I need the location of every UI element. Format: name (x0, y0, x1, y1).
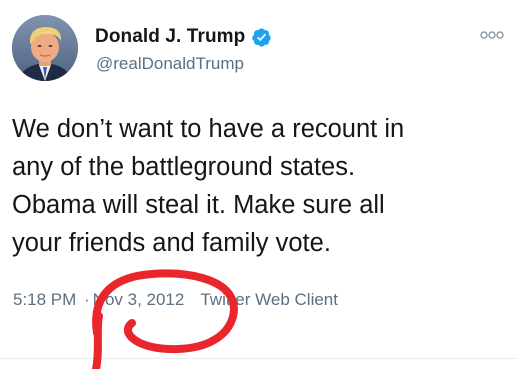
author-name-row[interactable]: Donald J. Trump (95, 24, 272, 50)
display-name[interactable]: Donald J. Trump (95, 26, 245, 48)
more-options-icon[interactable] (479, 28, 505, 40)
tweet-metadata: 5:18 PM · Nov 3, 2012 Twitter Web Client (13, 287, 338, 313)
tweet-text: We don’t want to have a recount in any o… (12, 115, 405, 257)
avatar-photo (12, 15, 78, 81)
tweet-client[interactable]: Twitter Web Client (200, 290, 338, 310)
verified-badge-icon (251, 27, 272, 48)
tweet-date[interactable]: Nov 3, 2012 (93, 290, 185, 310)
divider (0, 358, 517, 359)
avatar[interactable] (12, 15, 78, 81)
tweet-card: Donald J. Trump @realDonaldTrump We don’… (0, 0, 517, 369)
user-handle[interactable]: @realDonaldTrump (96, 54, 244, 74)
tweet-time[interactable]: 5:18 PM (13, 290, 81, 310)
meta-separator: · (84, 290, 90, 309)
